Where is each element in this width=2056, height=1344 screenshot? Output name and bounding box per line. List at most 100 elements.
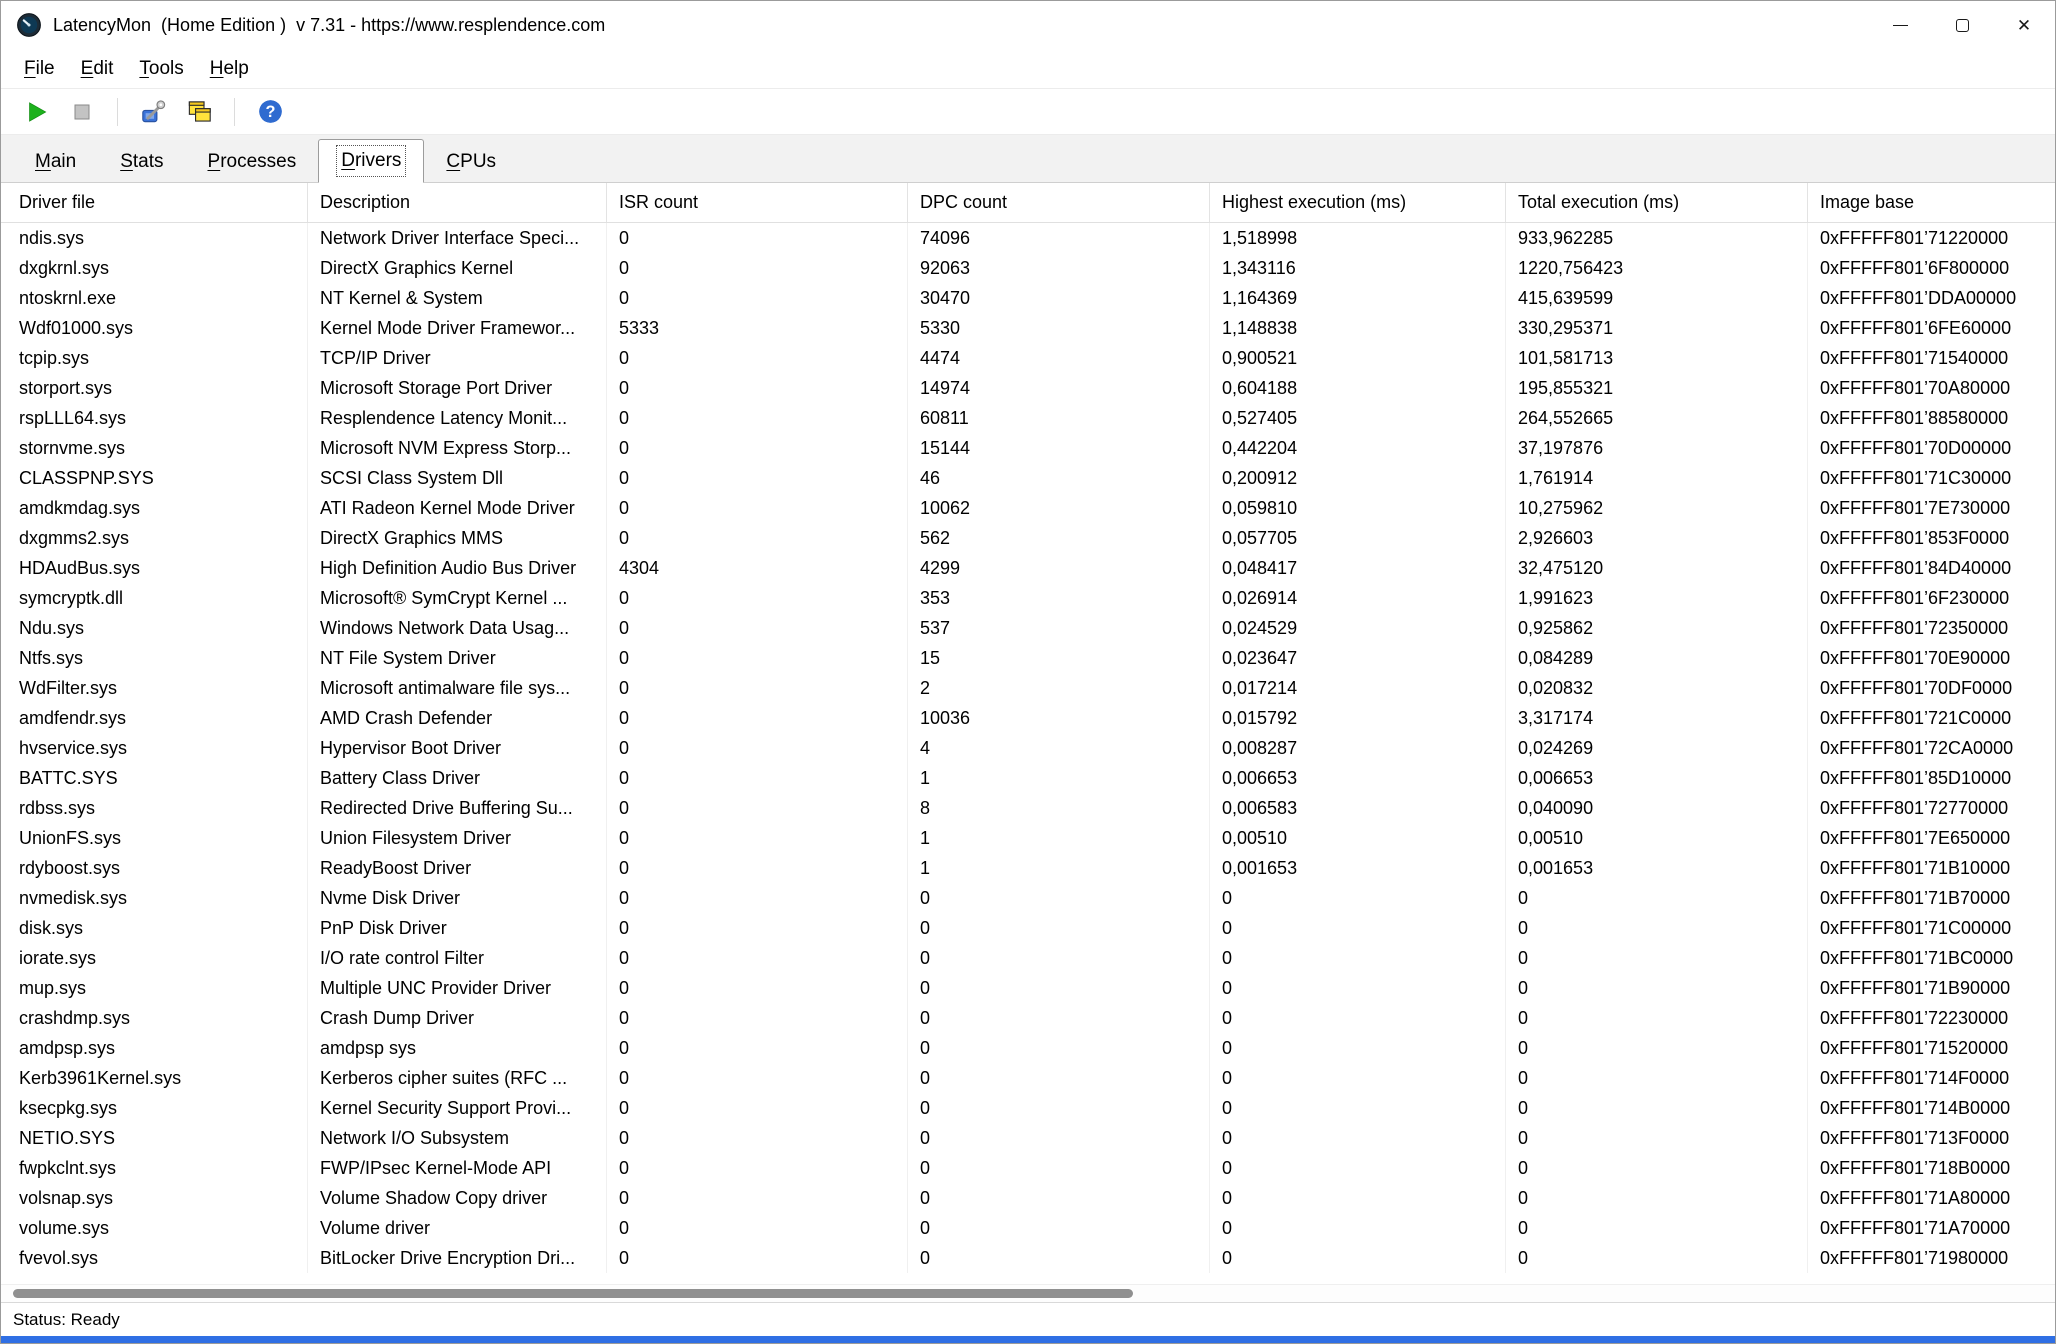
cell: 0 bbox=[607, 1033, 908, 1063]
table-row[interactable]: CLASSPNP.SYSSCSI Class System Dll0460,20… bbox=[1, 463, 2055, 493]
tab-stats[interactable]: Stats bbox=[98, 142, 185, 182]
table-row[interactable]: HDAudBus.sysHigh Definition Audio Bus Dr… bbox=[1, 553, 2055, 583]
svg-text:?: ? bbox=[265, 103, 275, 121]
cell: 0 bbox=[607, 973, 908, 1003]
cell: 537 bbox=[908, 613, 1210, 643]
tab-main[interactable]: Main bbox=[13, 142, 98, 182]
column-header-description[interactable]: Description bbox=[308, 183, 607, 222]
tab-cpus[interactable]: CPUs bbox=[424, 142, 518, 182]
table-row[interactable]: ksecpkg.sysKernel Security Support Provi… bbox=[1, 1093, 2055, 1123]
table-row[interactable]: amdkmdag.sysATI Radeon Kernel Mode Drive… bbox=[1, 493, 2055, 523]
cell: 4474 bbox=[908, 343, 1210, 373]
table-row[interactable]: Ndu.sysWindows Network Data Usag...05370… bbox=[1, 613, 2055, 643]
menu-edit[interactable]: Edit bbox=[68, 49, 127, 88]
cell: 4304 bbox=[607, 553, 908, 583]
menu-file[interactable]: File bbox=[11, 49, 68, 88]
start-monitor-button[interactable] bbox=[17, 93, 55, 131]
table-row[interactable]: mup.sysMultiple UNC Provider Driver00000… bbox=[1, 973, 2055, 1003]
cell: 4 bbox=[908, 733, 1210, 763]
table-row[interactable]: volume.sysVolume driver00000xFFFFF801’71… bbox=[1, 1213, 2055, 1243]
menu-bar: FileEditToolsHelp bbox=[1, 49, 2055, 89]
table-row[interactable]: NETIO.SYSNetwork I/O Subsystem00000xFFFF… bbox=[1, 1123, 2055, 1153]
report-windows-button[interactable] bbox=[180, 93, 218, 131]
cell: 0xFFFFF801’6FE60000 bbox=[1808, 313, 2055, 343]
cell: 0,024529 bbox=[1210, 613, 1506, 643]
table-row[interactable]: WdFilter.sysMicrosoft antimalware file s… bbox=[1, 673, 2055, 703]
table-row[interactable]: stornvme.sysMicrosoft NVM Express Storp.… bbox=[1, 433, 2055, 463]
app-logo-icon bbox=[15, 12, 42, 39]
cell: 1,518998 bbox=[1210, 223, 1506, 253]
cell: NT Kernel & System bbox=[308, 283, 607, 313]
cell: 0,006653 bbox=[1506, 763, 1808, 793]
cell: amdkmdag.sys bbox=[1, 493, 308, 523]
cell: 14974 bbox=[908, 373, 1210, 403]
cell: 0 bbox=[607, 673, 908, 703]
table-row[interactable]: Kerb3961Kernel.sysKerberos cipher suites… bbox=[1, 1063, 2055, 1093]
cell: 0 bbox=[1506, 1183, 1808, 1213]
table-row[interactable]: fwpkclnt.sysFWP/IPsec Kernel-Mode API000… bbox=[1, 1153, 2055, 1183]
table-row[interactable]: Wdf01000.sysKernel Mode Driver Framewor.… bbox=[1, 313, 2055, 343]
column-header-isr-count[interactable]: ISR count bbox=[607, 183, 908, 222]
horizontal-scrollbar[interactable] bbox=[1, 1284, 2055, 1302]
table-row[interactable]: ndis.sysNetwork Driver Interface Speci..… bbox=[1, 223, 2055, 253]
table-row[interactable]: volsnap.sysVolume Shadow Copy driver0000… bbox=[1, 1183, 2055, 1213]
cell: 15 bbox=[908, 643, 1210, 673]
tab-label: Stats bbox=[120, 151, 163, 173]
table-row[interactable]: disk.sysPnP Disk Driver00000xFFFFF801’71… bbox=[1, 913, 2055, 943]
cell: 0 bbox=[607, 223, 908, 253]
cell: ReadyBoost Driver bbox=[308, 853, 607, 883]
column-header-highest-execution-ms[interactable]: Highest execution (ms) bbox=[1210, 183, 1506, 222]
stop-monitor-button[interactable] bbox=[63, 93, 101, 131]
table-row[interactable]: storport.sysMicrosoft Storage Port Drive… bbox=[1, 373, 2055, 403]
table-row[interactable]: dxgkrnl.sysDirectX Graphics Kernel092063… bbox=[1, 253, 2055, 283]
table-row[interactable]: fvevol.sysBitLocker Drive Encryption Dri… bbox=[1, 1243, 2055, 1273]
help-button[interactable]: ? bbox=[251, 93, 289, 131]
table-row[interactable]: rspLLL64.sysResplendence Latency Monit..… bbox=[1, 403, 2055, 433]
tab-processes[interactable]: Processes bbox=[186, 142, 319, 182]
cell: DirectX Graphics Kernel bbox=[308, 253, 607, 283]
minimize-button[interactable] bbox=[1869, 1, 1931, 49]
table-row[interactable]: UnionFS.sysUnion Filesystem Driver010,00… bbox=[1, 823, 2055, 853]
menu-tools[interactable]: Tools bbox=[126, 49, 196, 88]
column-header-dpc-count[interactable]: DPC count bbox=[908, 183, 1210, 222]
table-row[interactable]: Ntfs.sysNT File System Driver0150,023647… bbox=[1, 643, 2055, 673]
cell: fwpkclnt.sys bbox=[1, 1153, 308, 1183]
table-row[interactable]: nvmedisk.sysNvme Disk Driver00000xFFFFF8… bbox=[1, 883, 2055, 913]
cell: Windows Network Data Usag... bbox=[308, 613, 607, 643]
table-row[interactable]: ntoskrnl.exeNT Kernel & System0304701,16… bbox=[1, 283, 2055, 313]
status-text: Status: Ready bbox=[13, 1310, 120, 1330]
table-row[interactable]: amdfendr.sysAMD Crash Defender0100360,01… bbox=[1, 703, 2055, 733]
cell: rdbss.sys bbox=[1, 793, 308, 823]
tab-drivers[interactable]: Drivers bbox=[318, 139, 424, 183]
cell: 0xFFFFF801’71220000 bbox=[1808, 223, 2055, 253]
cell: 0xFFFFF801’84D40000 bbox=[1808, 553, 2055, 583]
tools-button[interactable] bbox=[134, 93, 172, 131]
cell: 562 bbox=[908, 523, 1210, 553]
close-button[interactable]: ✕ bbox=[1993, 1, 2055, 49]
column-header-total-execution-ms[interactable]: Total execution (ms) bbox=[1506, 183, 1808, 222]
table-row[interactable]: amdpsp.sysamdpsp sys00000xFFFFF801’71520… bbox=[1, 1033, 2055, 1063]
tools-icon bbox=[140, 98, 167, 125]
table-row[interactable]: tcpip.sysTCP/IP Driver044740,900521101,5… bbox=[1, 343, 2055, 373]
horizontal-scrollbar-thumb[interactable] bbox=[13, 1289, 1133, 1298]
cell: Wdf01000.sys bbox=[1, 313, 308, 343]
cell: 0xFFFFF801’714B0000 bbox=[1808, 1093, 2055, 1123]
column-header-driver-file[interactable]: Driver file bbox=[1, 183, 308, 222]
table-row[interactable]: symcryptk.dllMicrosoft® SymCrypt Kernel … bbox=[1, 583, 2055, 613]
column-header-image-base[interactable]: Image base bbox=[1808, 183, 2055, 222]
cell: 0,200912 bbox=[1210, 463, 1506, 493]
title-bar: LatencyMon (Home Edition ) v 7.31 - http… bbox=[1, 1, 2055, 49]
table-row[interactable]: rdyboost.sysReadyBoost Driver010,0016530… bbox=[1, 853, 2055, 883]
cell: 0 bbox=[607, 1183, 908, 1213]
table-row[interactable]: rdbss.sysRedirected Drive Buffering Su..… bbox=[1, 793, 2055, 823]
cell: 0 bbox=[908, 973, 1210, 1003]
cell: amdfendr.sys bbox=[1, 703, 308, 733]
menu-help[interactable]: Help bbox=[197, 49, 262, 88]
table-row[interactable]: hvservice.sysHypervisor Boot Driver040,0… bbox=[1, 733, 2055, 763]
table-row[interactable]: dxgmms2.sysDirectX Graphics MMS05620,057… bbox=[1, 523, 2055, 553]
table-row[interactable]: BATTC.SYSBattery Class Driver010,0066530… bbox=[1, 763, 2055, 793]
maximize-button[interactable] bbox=[1931, 1, 1993, 49]
cell: rdyboost.sys bbox=[1, 853, 308, 883]
table-row[interactable]: crashdmp.sysCrash Dump Driver00000xFFFFF… bbox=[1, 1003, 2055, 1033]
table-row[interactable]: iorate.sysI/O rate control Filter00000xF… bbox=[1, 943, 2055, 973]
